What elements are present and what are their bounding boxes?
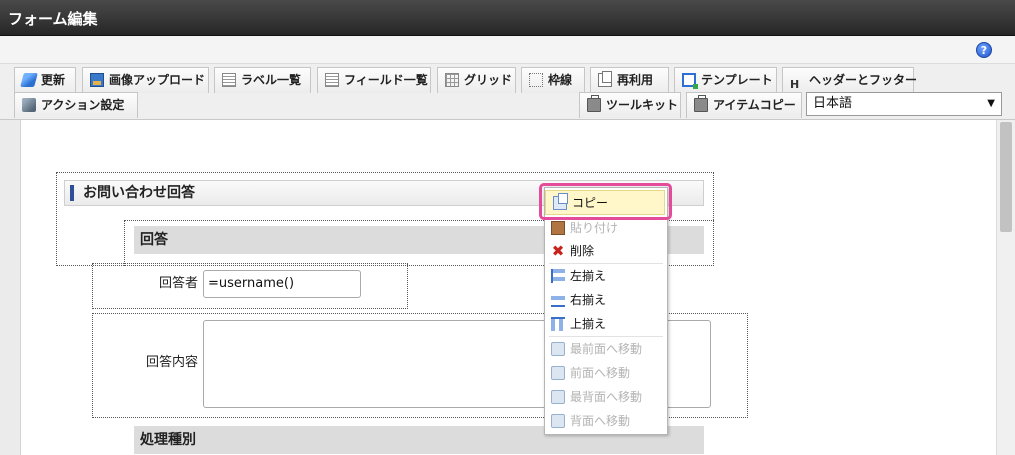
- context-align-top-item[interactable]: 上揃え: [544, 312, 668, 336]
- template-button[interactable]: テンプレート: [674, 67, 777, 93]
- list-icon: [325, 73, 339, 87]
- help-bar: ?: [0, 36, 1015, 64]
- image-upload-label: 画像アップロード: [109, 73, 206, 87]
- window-title: フォーム編集: [0, 0, 1015, 36]
- item-copy-label: アイテムコピー: [713, 98, 796, 112]
- document-icon: [598, 71, 612, 87]
- field-list-button[interactable]: フィールド一覧: [317, 67, 431, 93]
- label-list-button[interactable]: ラベル一覧: [214, 67, 311, 93]
- template-icon: [682, 73, 698, 89]
- context-forward-item[interactable]: 前面へ移動: [544, 361, 668, 385]
- respondent-label: 回答者: [158, 276, 198, 291]
- toolkit-icon: [694, 95, 708, 112]
- layer-icon: [551, 414, 565, 428]
- reuse-button[interactable]: 再利用: [590, 67, 669, 93]
- language-value: 日本語: [813, 96, 853, 111]
- label-list-label: ラベル一覧: [241, 73, 302, 87]
- context-forward-label: 前面へ移動: [570, 366, 631, 380]
- field-list-label: フィールド一覧: [344, 73, 428, 87]
- layer-icon: [551, 390, 565, 404]
- list-icon: [222, 73, 236, 87]
- reuse-label: 再利用: [617, 73, 654, 87]
- content-label: 回答内容: [145, 355, 198, 370]
- context-delete-item[interactable]: ✖ 削除: [544, 239, 668, 263]
- help-icon[interactable]: ?: [976, 42, 992, 58]
- language-select[interactable]: 日本語 ▼: [806, 92, 1002, 116]
- toolkit-button[interactable]: ツールキット: [579, 92, 681, 118]
- context-bring-front-label: 最前面へ移動: [570, 342, 643, 356]
- respondent-input[interactable]: =username(): [203, 270, 361, 298]
- layer-icon: [551, 342, 565, 356]
- context-paste-label: 貼り付け: [570, 221, 619, 235]
- toolkit-label: ツールキット: [606, 98, 679, 112]
- context-backward-label: 背面へ移動: [570, 414, 631, 428]
- context-align-right-label: 右揃え: [570, 293, 607, 307]
- update-button[interactable]: 更新: [14, 67, 76, 93]
- layer-icon: [551, 366, 565, 380]
- update-icon: [20, 73, 38, 87]
- grid-label: グリッド: [464, 73, 513, 87]
- context-bring-front-item[interactable]: 最前面へ移動: [544, 337, 668, 361]
- context-send-back-item[interactable]: 最背面へ移動: [544, 385, 668, 409]
- context-backward-item[interactable]: 背面へ移動: [544, 409, 668, 433]
- context-align-left-item[interactable]: 左揃え: [544, 264, 668, 288]
- update-label: 更新: [41, 73, 66, 87]
- context-align-left-label: 左揃え: [570, 269, 607, 283]
- align-left-icon: [551, 269, 565, 283]
- paste-icon: [551, 221, 565, 235]
- frame-button[interactable]: 枠線: [521, 67, 585, 93]
- image-upload-button[interactable]: 画像アップロード: [82, 67, 209, 93]
- context-delete-label: 削除: [570, 244, 595, 258]
- context-align-top-label: 上揃え: [570, 317, 607, 331]
- context-paste-item[interactable]: 貼り付け: [544, 216, 668, 240]
- header-footer-button[interactable]: H ヘッダーとフッター: [782, 67, 918, 93]
- context-align-right-item[interactable]: 右揃え: [544, 288, 668, 312]
- action-settings-label: アクション設定: [41, 98, 125, 112]
- header-footer-label: ヘッダーとフッター: [809, 73, 918, 87]
- delete-icon: ✖: [551, 242, 565, 260]
- copy-highlight-frame: [539, 183, 672, 220]
- header-icon: H: [790, 78, 800, 91]
- align-right-icon: [551, 293, 565, 307]
- action-settings-button[interactable]: アクション設定: [14, 92, 138, 118]
- chevron-down-icon: ▼: [987, 98, 995, 109]
- image-icon: [90, 73, 104, 87]
- item-copy-button[interactable]: アイテムコピー: [686, 92, 802, 118]
- vertical-scrollbar[interactable]: [996, 120, 1015, 455]
- grid-button[interactable]: グリッド: [437, 67, 516, 93]
- frame-label: 枠線: [548, 73, 573, 87]
- grid-icon: [445, 73, 459, 87]
- toolkit-icon: [587, 95, 601, 112]
- scrollbar-thumb[interactable]: [1000, 122, 1012, 232]
- context-send-back-label: 最背面へ移動: [570, 390, 643, 404]
- template-label: テンプレート: [701, 73, 773, 87]
- align-top-icon: [551, 317, 565, 331]
- frame-icon: [529, 73, 543, 87]
- action-icon: [22, 98, 36, 112]
